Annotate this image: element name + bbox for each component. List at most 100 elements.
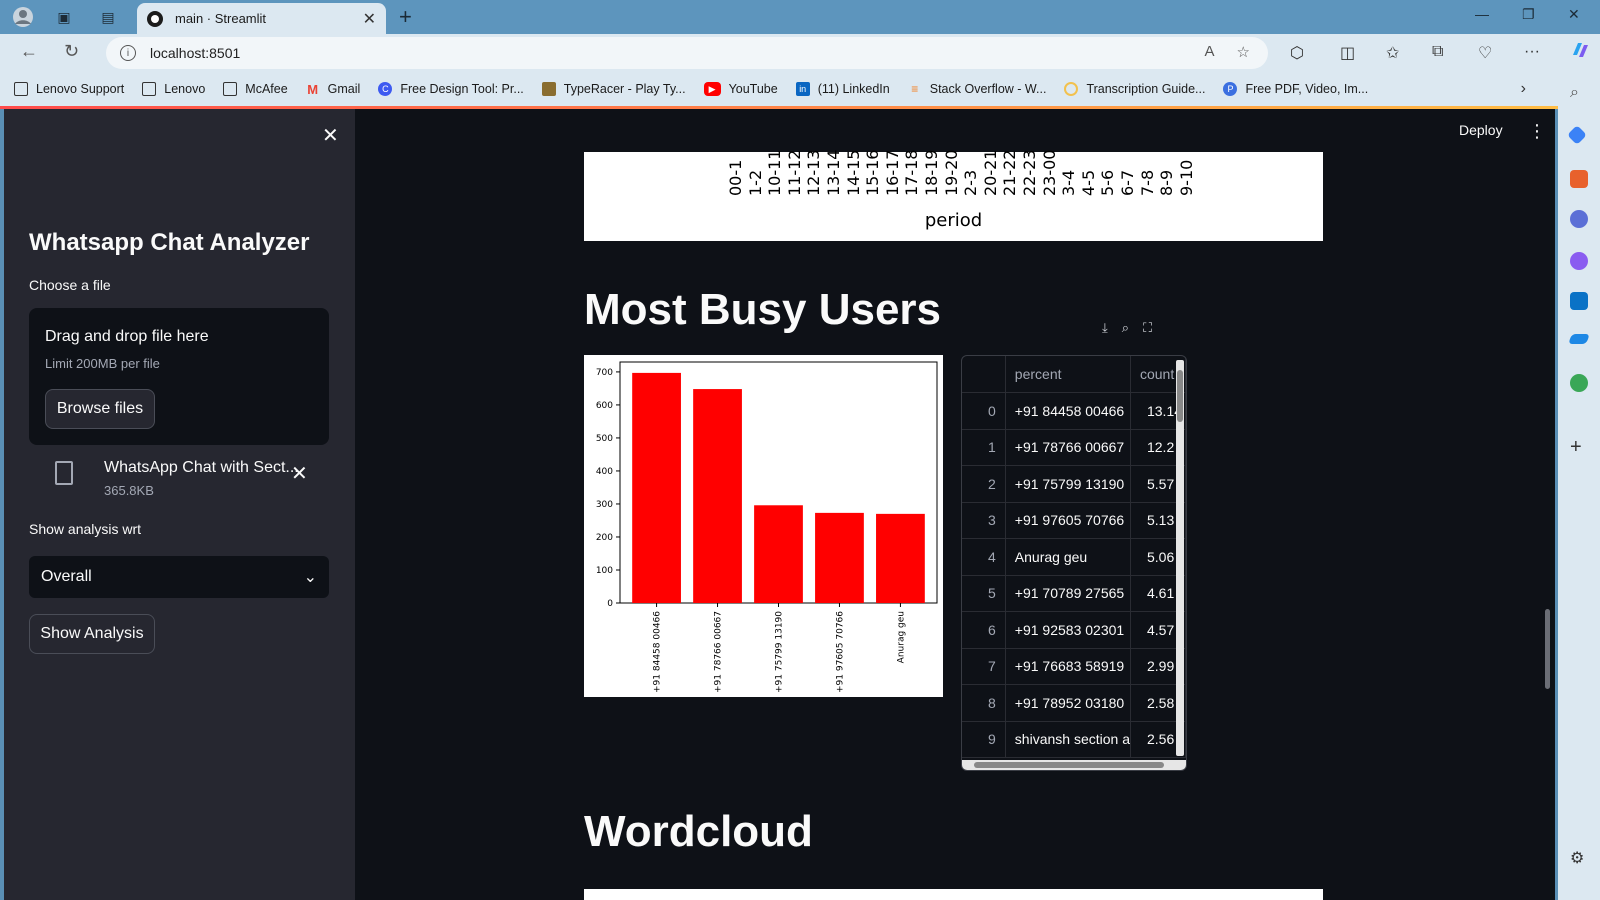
- column-header-percent[interactable]: percent: [1005, 356, 1131, 393]
- table-row[interactable]: 2 +91 75799 13190 5.57: [962, 465, 1186, 503]
- table-row[interactable]: 7 +91 76683 58919 2.99: [962, 648, 1186, 685]
- remove-file-icon[interactable]: ✕: [291, 461, 308, 486]
- settings-gear-icon[interactable]: ⚙: [1570, 848, 1588, 867]
- table-row[interactable]: 0 +91 84458 00466 13.14: [962, 392, 1186, 430]
- table-row[interactable]: 5 +91 70789 27565 4.61: [962, 575, 1186, 612]
- workspaces-icon[interactable]: ▣: [53, 6, 75, 28]
- page-scrollbar[interactable]: [1545, 609, 1550, 689]
- user-cell[interactable]: shivansh section a: [1005, 721, 1131, 758]
- x-tick-label: +91 78766 00667: [714, 611, 724, 693]
- bookmark-mcafee[interactable]: McAfee: [223, 82, 288, 96]
- busy-users-dataframe[interactable]: percent count 0 +91 84458 00466 13.14 1 +91 …: [961, 355, 1187, 771]
- user-cell[interactable]: +91 70789 27565: [1005, 575, 1131, 612]
- user-cell[interactable]: Anurag geu: [1005, 538, 1131, 576]
- row-index[interactable]: 3: [962, 502, 1006, 539]
- table-row[interactable]: 1 +91 78766 00667 12.2: [962, 429, 1186, 466]
- period-tick-label: 7-8: [1137, 169, 1157, 196]
- bookmark-transcription[interactable]: Transcription Guide...: [1064, 82, 1205, 96]
- scroll-thumb[interactable]: [974, 762, 1164, 768]
- url-text[interactable]: localhost:8501: [150, 45, 240, 61]
- new-tab-icon[interactable]: +: [399, 4, 412, 30]
- read-aloud-icon[interactable]: A: [1205, 43, 1215, 61]
- favorites-icon[interactable]: ✩: [1386, 43, 1399, 63]
- row-index[interactable]: 4: [962, 538, 1006, 576]
- split-screen-icon[interactable]: ◫: [1340, 43, 1355, 63]
- user-cell[interactable]: +91 92583 02301: [1005, 611, 1131, 649]
- games-icon[interactable]: [1570, 210, 1588, 228]
- telegram-icon[interactable]: [1568, 334, 1590, 344]
- tab-actions-icon[interactable]: ▤: [97, 6, 119, 28]
- period-tick-label: 19-20: [941, 149, 961, 197]
- back-icon[interactable]: ←: [20, 41, 38, 62]
- table-row[interactable]: 3 +91 97605 70766 5.13: [962, 502, 1186, 539]
- bookmark-canva[interactable]: C Free Design Tool: Pr...: [378, 82, 524, 96]
- extensions-icon[interactable]: ⬡: [1290, 43, 1304, 63]
- main-menu-icon[interactable]: ⋮: [1528, 121, 1546, 142]
- row-index[interactable]: 1: [962, 429, 1006, 466]
- more-menu-icon[interactable]: ···: [1524, 43, 1540, 61]
- show-analysis-button[interactable]: Show Analysis: [29, 614, 155, 654]
- bookmark-lenovo-support[interactable]: Lenovo Support: [14, 82, 124, 96]
- download-icon[interactable]: ⤓: [1102, 320, 1108, 336]
- row-index[interactable]: 8: [962, 684, 1006, 722]
- restore-icon[interactable]: ❐: [1522, 6, 1535, 23]
- row-index[interactable]: 7: [962, 648, 1006, 685]
- drop-icon[interactable]: [1570, 374, 1588, 392]
- dropzone-text: Drag and drop file here: [45, 328, 209, 345]
- bookmark-typeracer[interactable]: TypeRacer - Play Ty...: [541, 82, 686, 96]
- shopping-icon[interactable]: [1567, 125, 1587, 145]
- bookmark-stackoverflow[interactable]: ≡ Stack Overflow - W...: [908, 82, 1046, 96]
- outlook-icon[interactable]: [1570, 292, 1588, 310]
- site-info-icon[interactable]: i: [120, 45, 136, 61]
- minimize-icon[interactable]: —: [1475, 6, 1489, 22]
- tab-close-icon[interactable]: ✕: [363, 9, 376, 29]
- user-cell[interactable]: +91 75799 13190: [1005, 465, 1131, 503]
- tools-icon[interactable]: [1570, 170, 1588, 188]
- profile-icon[interactable]: [12, 6, 34, 28]
- row-index[interactable]: 2: [962, 465, 1006, 503]
- bookmark-pdf[interactable]: P Free PDF, Video, Im...: [1223, 82, 1368, 96]
- search-icon[interactable]: ⌕: [1570, 84, 1588, 102]
- window-close-icon[interactable]: ✕: [1568, 6, 1580, 23]
- user-cell[interactable]: +91 78766 00667: [1005, 429, 1131, 466]
- table-row[interactable]: 4 Anurag geu 5.06: [962, 538, 1186, 576]
- browse-files-button[interactable]: Browse files: [45, 389, 155, 429]
- close-sidebar-icon[interactable]: ✕: [322, 123, 339, 148]
- browser-essentials-icon[interactable]: ♡: [1478, 43, 1492, 63]
- microsoft365-icon[interactable]: [1570, 252, 1588, 270]
- user-cell[interactable]: +91 84458 00466: [1005, 392, 1131, 430]
- user-cell[interactable]: +91 97605 70766: [1005, 502, 1131, 539]
- user-cell[interactable]: +91 78952 03180: [1005, 684, 1131, 722]
- reload-icon[interactable]: ↻: [64, 41, 79, 62]
- row-index[interactable]: 5: [962, 575, 1006, 612]
- file-uploader-dropzone[interactable]: Drag and drop file here Limit 200MB per …: [29, 308, 329, 445]
- table-row[interactable]: 6 +91 92583 02301 4.57: [962, 611, 1186, 649]
- collections-icon[interactable]: ⧉: [1432, 43, 1443, 61]
- deploy-button[interactable]: Deploy: [1459, 122, 1503, 138]
- table-row[interactable]: 9 shivansh section a 2.56: [962, 721, 1186, 758]
- wordcloud-heading: Wordcloud: [584, 807, 813, 856]
- row-index[interactable]: 9: [962, 721, 1006, 758]
- fullscreen-icon[interactable]: ⛶: [1143, 320, 1152, 336]
- search-icon[interactable]: ⌕: [1122, 320, 1129, 336]
- copilot-icon[interactable]: [1569, 39, 1591, 66]
- address-bar[interactable]: i localhost:8501 A ☆: [106, 37, 1268, 69]
- chevron-right-icon[interactable]: ›: [1521, 80, 1526, 98]
- period-tick-label: 14-15: [843, 149, 863, 197]
- bookmark-linkedin[interactable]: in (11) LinkedIn: [795, 82, 890, 96]
- table-row[interactable]: 8 +91 78952 03180 2.58: [962, 684, 1186, 722]
- horizontal-scrollbar[interactable]: [962, 760, 1186, 770]
- bookmark-gmail[interactable]: M Gmail: [306, 82, 360, 97]
- analysis-select[interactable]: Overall ⌄: [29, 556, 329, 598]
- browser-tab-main[interactable]: main · Streamlit ✕: [137, 3, 386, 34]
- row-index[interactable]: 6: [962, 611, 1006, 649]
- vertical-scrollbar[interactable]: [1176, 360, 1184, 756]
- row-index[interactable]: 0: [962, 392, 1006, 430]
- user-cell[interactable]: +91 76683 58919: [1005, 648, 1131, 685]
- add-icon[interactable]: +: [1570, 436, 1588, 458]
- bookmark-youtube[interactable]: ▶ YouTube: [703, 82, 778, 96]
- bookmark-lenovo[interactable]: Lenovo: [142, 82, 205, 96]
- favorite-star-icon[interactable]: ☆: [1237, 43, 1250, 61]
- scroll-thumb[interactable]: [1177, 370, 1183, 422]
- x-tick-label: Anurag geu: [896, 611, 906, 663]
